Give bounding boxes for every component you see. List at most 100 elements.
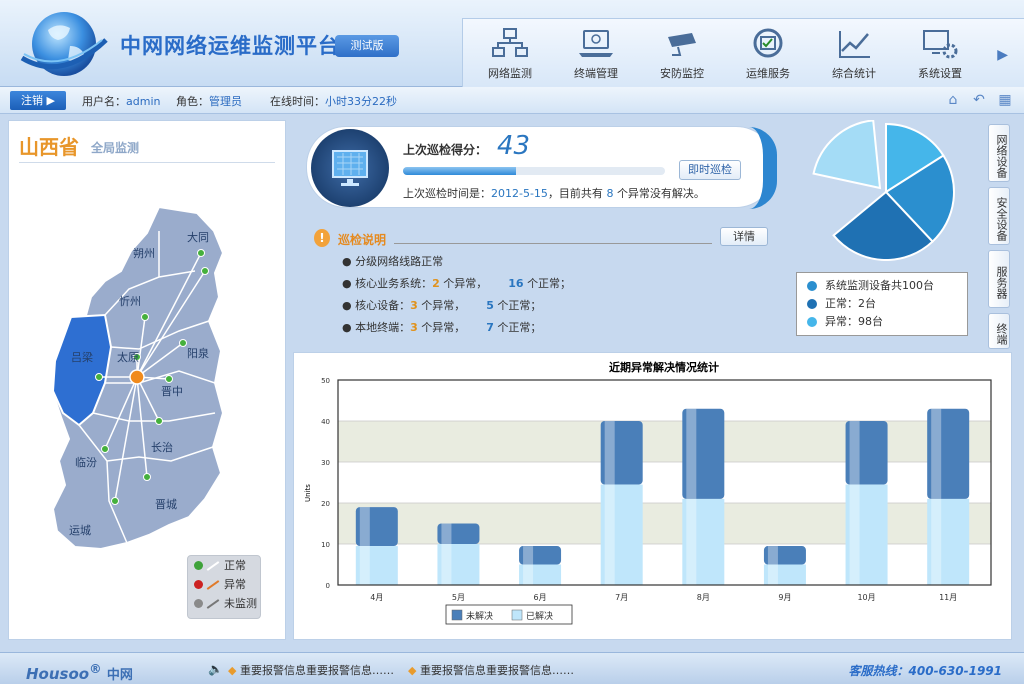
x-tick-label: 10月 xyxy=(857,593,875,602)
tab-terminals[interactable]: 终端 xyxy=(988,313,1010,349)
nav-label: 运维服务 xyxy=(746,67,790,80)
issue-resolution-chart: 近期异常解决情况统计 Units 0 10 20 30 40 50 4月 5月 6月 7月 8月 9月… xyxy=(304,360,992,625)
city-label: 阳泉 xyxy=(187,346,209,360)
nav-next-arrow-icon[interactable]: ▶ xyxy=(997,47,1008,63)
city-label: 长治 xyxy=(151,440,173,454)
normal-count: 16 xyxy=(508,277,524,290)
app-footer: Housoo® 中网 🔈 ◆ 重要报警信息重要报警信息…… ◆ 重要报警信息重要… xyxy=(0,652,1024,684)
back-icon[interactable]: ↶ xyxy=(970,91,988,109)
role-value: 管理员 xyxy=(209,95,242,108)
home-icon[interactable]: ⌂ xyxy=(944,91,962,109)
legend-normal: 正常 xyxy=(188,556,260,575)
normal-count: 7 xyxy=(486,321,494,334)
issue-resolution-chart-panel: 近期异常解决情况统计 Units 0 10 20 30 40 50 4月 5月 6月 7月 8月 9月… xyxy=(293,352,1012,640)
tab-security-devices[interactable]: 安全设备 xyxy=(988,187,1010,245)
stat-text: 系统监测设备共100台 xyxy=(825,279,934,292)
abnormal-line-icon xyxy=(206,580,220,590)
role-label: 角色： xyxy=(176,95,209,108)
city-node[interactable] xyxy=(197,249,205,257)
stat-dot-icon xyxy=(807,299,817,309)
instant-inspect-button[interactable]: 即时巡检 xyxy=(679,160,741,180)
city-label: 忻州 xyxy=(119,295,141,308)
bar-highlight xyxy=(441,544,452,585)
unmonitored-dot-icon xyxy=(194,599,203,608)
grid-band xyxy=(338,503,991,544)
normal-count: 5 xyxy=(486,299,494,312)
map-legend: 正常 异常 未监测 xyxy=(187,555,261,619)
alert-message[interactable]: ◆ 重要报警信息重要报警信息…… xyxy=(228,662,394,678)
beta-badge: 测试版 xyxy=(335,35,399,57)
x-tick-label: 5月 xyxy=(452,593,465,602)
city-node[interactable] xyxy=(155,417,163,425)
city-node[interactable] xyxy=(95,373,103,381)
plot-frame xyxy=(337,379,992,586)
stat-abnormal: 异常：98台 xyxy=(797,313,967,331)
bar-highlight xyxy=(686,408,697,499)
city-node[interactable] xyxy=(143,473,151,481)
stat-text: 异常：98台 xyxy=(825,315,883,328)
city-node[interactable] xyxy=(101,445,109,453)
footer-logo-cn: 中网 xyxy=(106,668,133,683)
bar-highlight xyxy=(523,564,534,585)
laptop-icon xyxy=(579,30,613,57)
nav-label: 系统设置 xyxy=(918,67,962,80)
bar-highlight xyxy=(686,498,697,585)
city-node[interactable] xyxy=(111,497,119,505)
city-node[interactable] xyxy=(141,313,149,321)
city-label: 大同 xyxy=(187,230,209,244)
normal-unit: 个正常； xyxy=(497,321,542,334)
nav-terminal-manage[interactable]: 终端管理 xyxy=(553,27,639,81)
city-label: 临汾 xyxy=(75,455,97,469)
toolbar-icons: ⌂ ↶ ▦ xyxy=(936,91,1014,109)
x-tick-label: 11月 xyxy=(939,593,957,602)
nav-system-settings[interactable]: 系统设置 xyxy=(897,27,983,81)
last-inspect-line: 上次巡检时间是：2012-5-15，目前共有 8 个异常没有解决。 xyxy=(403,185,705,201)
x-tick-label: 6月 xyxy=(534,593,547,602)
legend-abnormal: 异常 xyxy=(188,575,260,594)
center-node[interactable] xyxy=(129,369,145,385)
nav-network-monitor[interactable]: 网络监测 xyxy=(467,27,553,81)
nav-label: 终端管理 xyxy=(574,67,618,80)
pie-slice-exploded[interactable] xyxy=(812,120,882,190)
logout-button[interactable]: 注销 ▶ xyxy=(10,91,66,110)
bar-highlight xyxy=(359,507,370,547)
app-header: 中网网络运维监测平台 测试版 网络监测 终端管理 安防监控 运维服务 综合统计 … xyxy=(0,0,1024,87)
y-tick-label: 10 xyxy=(321,541,330,549)
tab-servers[interactable]: 服务器 xyxy=(988,250,1010,308)
username-value: admin xyxy=(126,95,161,108)
grid-menu-icon[interactable]: ▦ xyxy=(996,91,1014,109)
alert-message[interactable]: ◆ 重要报警信息重要报警信息…… xyxy=(408,662,574,678)
x-tick-label: 8月 xyxy=(697,593,710,602)
bar-highlight xyxy=(523,546,534,565)
logout-label: 注销 xyxy=(21,94,44,107)
tab-network-devices[interactable]: 网络设备 xyxy=(988,124,1010,182)
legend-label: 正常 xyxy=(224,559,246,572)
y-axis-label: Units xyxy=(304,484,312,502)
bar-highlight xyxy=(767,546,778,565)
bar-highlight xyxy=(604,484,615,585)
date-suffix: 个异常没有解决。 xyxy=(616,187,705,200)
legend-swatch xyxy=(451,609,463,621)
last-inspect-date: 2012-5-15 xyxy=(491,187,548,200)
note-prefix: 本地终端： xyxy=(355,321,411,334)
abnormal-unit: 个异常， xyxy=(421,321,466,334)
city-label: 晋中 xyxy=(161,385,183,398)
bar-highlight xyxy=(931,408,942,499)
nav-ops-service[interactable]: 运维服务 xyxy=(725,27,811,81)
nav-statistics[interactable]: 综合统计 xyxy=(811,27,897,81)
online-time-info: 在线时间：小时33分22秒 xyxy=(270,93,397,109)
nav-security-monitor[interactable]: 安防监控 xyxy=(639,27,725,81)
city-node[interactable] xyxy=(201,267,209,275)
abnormal-dot-icon xyxy=(194,580,203,589)
y-tick-label: 30 xyxy=(321,459,330,467)
legend-label: 已解决 xyxy=(526,610,553,622)
city-node[interactable] xyxy=(165,375,173,383)
y-tick-label: 20 xyxy=(321,500,330,508)
score-progress-fill xyxy=(403,167,516,175)
city-node[interactable] xyxy=(179,339,187,347)
stat-total: 系统监测设备共100台 xyxy=(797,277,967,295)
alert-text: 重要报警信息重要报警信息…… xyxy=(419,664,574,677)
abnormal-count: 2 xyxy=(432,277,440,290)
date-prefix: 上次巡检时间是： xyxy=(403,187,491,200)
details-button[interactable]: 详情 xyxy=(720,227,768,246)
